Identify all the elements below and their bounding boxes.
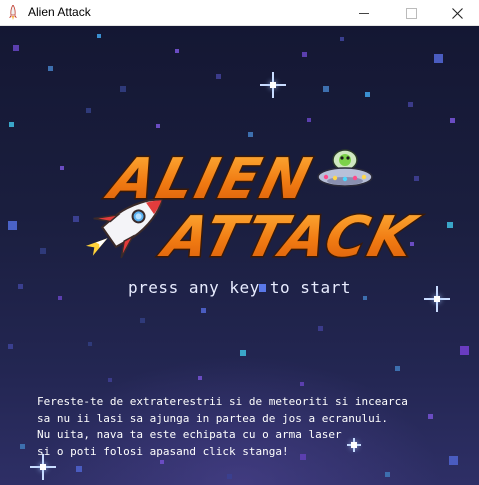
maximize-button[interactable] <box>388 0 434 26</box>
instructions-text: Fereste-te de extraterestrii si de meteo… <box>37 394 467 460</box>
logo-word-attack: ATTACK <box>154 205 425 270</box>
window-titlebar[interactable]: Alien Attack <box>0 0 479 26</box>
minimize-button[interactable] <box>341 0 387 26</box>
start-prompt: press any key to start <box>128 278 351 297</box>
ufo-icon <box>317 149 373 187</box>
window-title: Alien Attack <box>28 5 91 19</box>
instructions-line: sa nu ii lasi sa ajunga in partea de jos… <box>37 411 388 425</box>
close-icon <box>451 7 463 19</box>
close-button[interactable] <box>434 0 479 26</box>
instructions-line: Nu uita, nava ta este echipata cu o arma… <box>37 428 342 441</box>
maximize-icon <box>405 7 417 19</box>
minimize-icon <box>359 12 369 14</box>
rocket-icon <box>9 5 17 20</box>
instructions-line: si o poti folosi apasand click stanga! <box>37 444 289 458</box>
logo-word-alien: ALIEN <box>100 147 320 212</box>
game-canvas[interactable]: ALIEN ATTACK press any key to start Fere… <box>0 26 479 485</box>
text-cursor-marker <box>259 284 266 292</box>
instructions-line: Fereste-te de extraterestrii si de meteo… <box>37 395 408 408</box>
